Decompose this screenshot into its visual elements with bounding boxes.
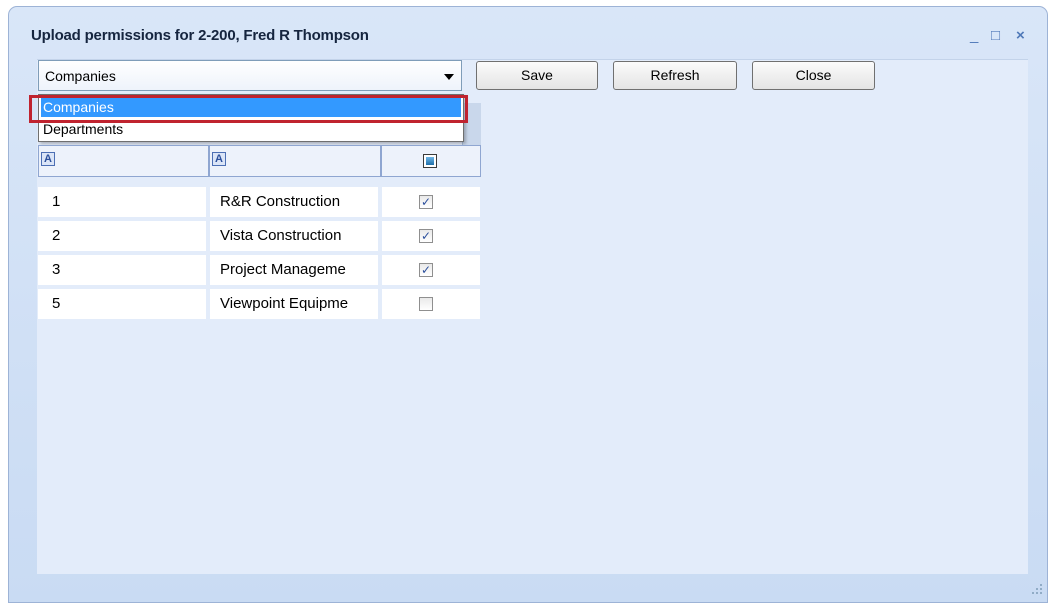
dropdown-arrow-icon[interactable] — [444, 74, 454, 80]
allowed-checkbox[interactable]: ✓ — [419, 229, 433, 243]
cell-company-id: 1 — [38, 187, 206, 217]
cell-company-id: 5 — [38, 289, 206, 319]
allowed-checkbox[interactable]: ✓ — [419, 195, 433, 209]
close-button[interactable]: Close — [752, 61, 875, 90]
allowed-checkbox[interactable] — [419, 297, 433, 311]
text-filter-icon[interactable]: A — [212, 152, 226, 166]
refresh-button[interactable]: Refresh — [613, 61, 737, 90]
cell-company-id: 3 — [38, 255, 206, 285]
close-icon[interactable]: × — [1016, 27, 1025, 44]
text-filter-icon[interactable]: A — [41, 152, 55, 166]
cell-company-id: 2 — [38, 221, 206, 251]
save-button[interactable]: Save — [476, 61, 598, 90]
cell-company-name: R&R Construction — [210, 187, 378, 217]
annotation-highlight — [29, 95, 468, 123]
maximize-icon[interactable]: □ — [991, 27, 1000, 44]
filter-cell-allowed[interactable] — [381, 145, 481, 177]
minimize-icon[interactable]: _ — [970, 27, 978, 44]
window-title: Upload permissions for 2-200, Fred R Tho… — [31, 27, 369, 44]
view-selector-combo[interactable]: Companies — [38, 60, 462, 91]
combo-value: Companies — [45, 68, 116, 84]
allowed-checkbox[interactable]: ✓ — [419, 263, 433, 277]
filter-cell-id[interactable]: A — [38, 145, 209, 177]
resize-grip-icon[interactable] — [1031, 583, 1043, 595]
grid-filter-row: A A — [38, 145, 481, 177]
checkbox-filter-icon[interactable] — [423, 154, 437, 168]
cell-company-name: Vista Construction — [210, 221, 378, 251]
cell-company-name: Project Manageme — [210, 255, 378, 285]
filter-cell-name[interactable]: A — [209, 145, 381, 177]
cell-company-name: Viewpoint Equipme — [210, 289, 378, 319]
